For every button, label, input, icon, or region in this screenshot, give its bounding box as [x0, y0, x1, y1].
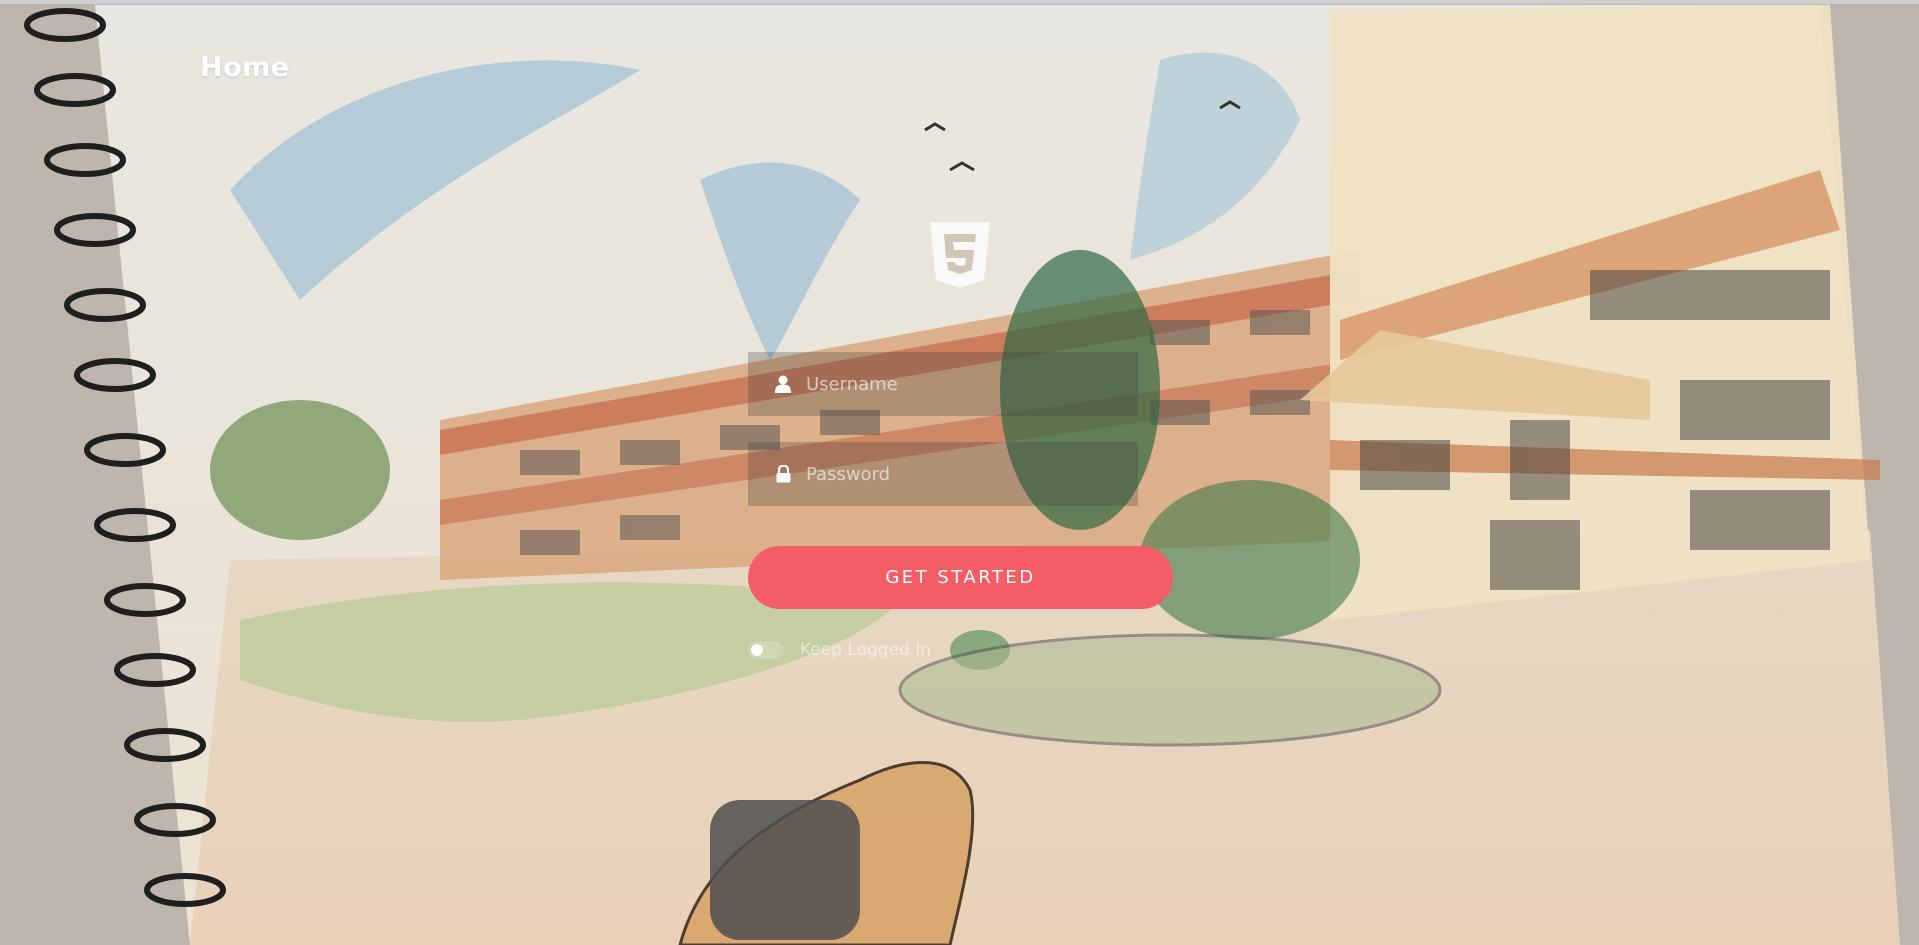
username-field[interactable] [748, 352, 1138, 416]
keep-logged-in-label[interactable]: Keep Logged In [800, 640, 931, 660]
password-field[interactable] [748, 442, 1138, 506]
top-border [0, 0, 1919, 4]
page-title[interactable]: Home [200, 52, 290, 83]
get-started-button[interactable]: GET STARTED [748, 546, 1173, 609]
login-page: Home GET STARTED Keep Logged In [0, 0, 1919, 945]
keep-logged-in-option[interactable]: Keep Logged In [748, 640, 931, 660]
html5-shield-icon [930, 222, 990, 288]
toggle-knob [751, 644, 763, 656]
username-input[interactable] [806, 373, 1138, 395]
password-input[interactable] [806, 463, 1138, 485]
keep-logged-in-toggle[interactable] [748, 641, 784, 659]
lock-icon [774, 465, 792, 483]
user-icon [774, 375, 792, 393]
